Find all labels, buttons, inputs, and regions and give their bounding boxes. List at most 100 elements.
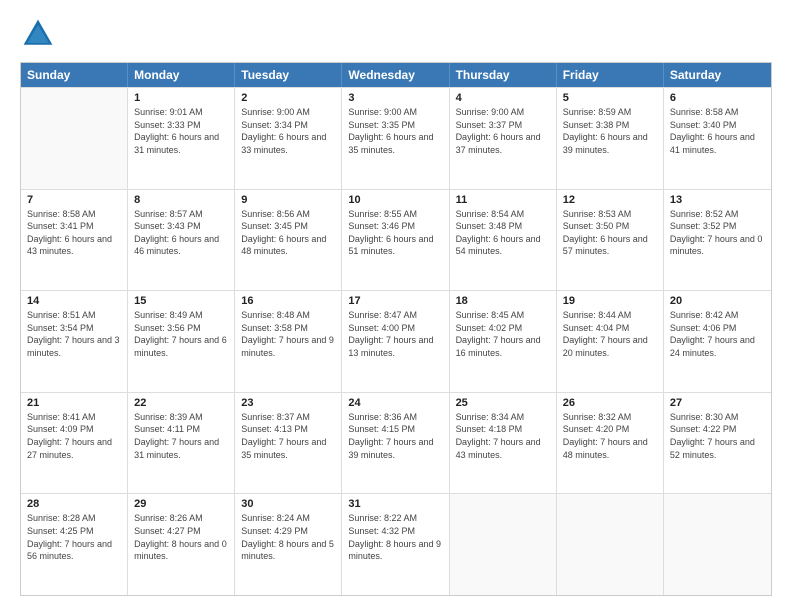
day-number: 23	[241, 397, 335, 409]
day-info: Sunrise: 8:56 AMSunset: 3:45 PMDaylight:…	[241, 208, 335, 258]
calendar-header: SundayMondayTuesdayWednesdayThursdayFrid…	[21, 63, 771, 87]
calendar-cell-3-5: 26Sunrise: 8:32 AMSunset: 4:20 PMDayligh…	[557, 393, 664, 494]
day-info: Sunrise: 8:59 AMSunset: 3:38 PMDaylight:…	[563, 106, 657, 156]
day-number: 19	[563, 295, 657, 307]
day-number: 13	[670, 194, 765, 206]
day-number: 1	[134, 92, 228, 104]
day-info: Sunrise: 9:00 AMSunset: 3:34 PMDaylight:…	[241, 106, 335, 156]
calendar-cell-1-1: 8 Sunrise: 8:57 AMSunset: 3:43 PMDaylight…	[128, 190, 235, 291]
day-number: 16	[241, 295, 335, 307]
weekday-header-friday: Friday	[557, 63, 664, 87]
weekday-header-tuesday: Tuesday	[235, 63, 342, 87]
day-info: Sunrise: 8:34 AMSunset: 4:18 PMDaylight:…	[456, 411, 550, 461]
calendar-cell-1-3: 10Sunrise: 8:55 AMSunset: 3:46 PMDayligh…	[342, 190, 449, 291]
weekday-header-thursday: Thursday	[450, 63, 557, 87]
day-info: Sunrise: 8:58 AMSunset: 3:41 PMDaylight:…	[27, 208, 121, 258]
calendar-row-2: 14 Sunrise: 8:51 AMSunset: 3:54 PMDayligh…	[21, 290, 771, 392]
calendar-cell-1-6: 13 Sunrise: 8:52 AMSunset: 3:52 PMDayligh…	[664, 190, 771, 291]
day-info: Sunrise: 8:47 AMSunset: 4:00 PMDaylight:…	[348, 309, 442, 359]
calendar-cell-4-4	[450, 494, 557, 595]
day-number: 24	[348, 397, 442, 409]
day-info: Sunrise: 8:28 AMSunset: 4:25 PMDaylight:…	[27, 512, 121, 562]
calendar-cell-4-6	[664, 494, 771, 595]
calendar-row-4: 28 Sunrise: 8:28 AMSunset: 4:25 PMDayligh…	[21, 493, 771, 595]
day-number: 18	[456, 295, 550, 307]
calendar-cell-3-2: 23 Sunrise: 8:37 AMSunset: 4:13 PMDayligh…	[235, 393, 342, 494]
calendar-row-1: 7 Sunrise: 8:58 AMSunset: 3:41 PMDaylight…	[21, 189, 771, 291]
calendar-cell-1-5: 12 Sunrise: 8:53 AMSunset: 3:50 PMDayligh…	[557, 190, 664, 291]
day-info: Sunrise: 8:42 AMSunset: 4:06 PMDaylight:…	[670, 309, 765, 359]
day-number: 8	[134, 194, 228, 206]
day-number: 5	[563, 92, 657, 104]
calendar-cell-4-5	[557, 494, 664, 595]
day-number: 22	[134, 397, 228, 409]
calendar-body: 1 Sunrise: 9:01 AMSunset: 3:33 PMDaylight…	[21, 87, 771, 595]
day-number: 2	[241, 92, 335, 104]
calendar-cell-2-2: 16 Sunrise: 8:48 AMSunset: 3:58 PMDayligh…	[235, 291, 342, 392]
day-number: 7	[27, 194, 121, 206]
calendar-cell-1-4: 11 Sunrise: 8:54 AMSunset: 3:48 PMDayligh…	[450, 190, 557, 291]
day-info: Sunrise: 8:37 AMSunset: 4:13 PMDaylight:…	[241, 411, 335, 461]
calendar-cell-0-0	[21, 88, 128, 189]
day-number: 12	[563, 194, 657, 206]
day-number: 14	[27, 295, 121, 307]
day-number: 21	[27, 397, 121, 409]
day-info: Sunrise: 8:39 AMSunset: 4:11 PMDaylight:…	[134, 411, 228, 461]
calendar-cell-2-0: 14 Sunrise: 8:51 AMSunset: 3:54 PMDayligh…	[21, 291, 128, 392]
day-info: Sunrise: 8:32 AMSunset: 4:20 PMDaylight:…	[563, 411, 657, 461]
calendar-row-3: 21 Sunrise: 8:41 AMSunset: 4:09 PMDayligh…	[21, 392, 771, 494]
header	[20, 16, 772, 52]
day-info: Sunrise: 8:52 AMSunset: 3:52 PMDaylight:…	[670, 208, 765, 258]
day-number: 4	[456, 92, 550, 104]
day-info: Sunrise: 9:00 AMSunset: 3:37 PMDaylight:…	[456, 106, 550, 156]
day-info: Sunrise: 8:54 AMSunset: 3:48 PMDaylight:…	[456, 208, 550, 258]
day-number: 29	[134, 498, 228, 510]
calendar-cell-2-1: 15 Sunrise: 8:49 AMSunset: 3:56 PMDayligh…	[128, 291, 235, 392]
calendar-cell-0-4: 4 Sunrise: 9:00 AMSunset: 3:37 PMDaylight…	[450, 88, 557, 189]
calendar-cell-4-0: 28 Sunrise: 8:28 AMSunset: 4:25 PMDayligh…	[21, 494, 128, 595]
calendar-cell-4-3: 31 Sunrise: 8:22 AMSunset: 4:32 PMDayligh…	[342, 494, 449, 595]
calendar-cell-1-0: 7 Sunrise: 8:58 AMSunset: 3:41 PMDaylight…	[21, 190, 128, 291]
calendar-cell-4-1: 29 Sunrise: 8:26 AMSunset: 4:27 PMDayligh…	[128, 494, 235, 595]
day-info: Sunrise: 8:51 AMSunset: 3:54 PMDaylight:…	[27, 309, 121, 359]
calendar-cell-2-5: 19 Sunrise: 8:44 AMSunset: 4:04 PMDayligh…	[557, 291, 664, 392]
day-number: 11	[456, 194, 550, 206]
calendar-cell-0-1: 1 Sunrise: 9:01 AMSunset: 3:33 PMDaylight…	[128, 88, 235, 189]
calendar-cell-3-3: 24Sunrise: 8:36 AMSunset: 4:15 PMDayligh…	[342, 393, 449, 494]
weekday-header-sunday: Sunday	[21, 63, 128, 87]
day-info: Sunrise: 8:45 AMSunset: 4:02 PMDaylight:…	[456, 309, 550, 359]
day-info: Sunrise: 8:57 AMSunset: 3:43 PMDaylight:…	[134, 208, 228, 258]
calendar-cell-4-2: 30Sunrise: 8:24 AMSunset: 4:29 PMDayligh…	[235, 494, 342, 595]
day-info: Sunrise: 9:01 AMSunset: 3:33 PMDaylight:…	[134, 106, 228, 156]
day-info: Sunrise: 8:58 AMSunset: 3:40 PMDaylight:…	[670, 106, 765, 156]
day-info: Sunrise: 8:55 AMSunset: 3:46 PMDaylight:…	[348, 208, 442, 258]
page: SundayMondayTuesdayWednesdayThursdayFrid…	[0, 0, 792, 612]
calendar-cell-0-6: 6 Sunrise: 8:58 AMSunset: 3:40 PMDaylight…	[664, 88, 771, 189]
weekday-header-monday: Monday	[128, 63, 235, 87]
day-number: 6	[670, 92, 765, 104]
day-number: 28	[27, 498, 121, 510]
day-info: Sunrise: 8:48 AMSunset: 3:58 PMDaylight:…	[241, 309, 335, 359]
day-number: 31	[348, 498, 442, 510]
calendar-cell-3-6: 27Sunrise: 8:30 AMSunset: 4:22 PMDayligh…	[664, 393, 771, 494]
weekday-header-saturday: Saturday	[664, 63, 771, 87]
day-info: Sunrise: 8:22 AMSunset: 4:32 PMDaylight:…	[348, 512, 442, 562]
day-number: 15	[134, 295, 228, 307]
logo-icon	[20, 16, 56, 52]
day-info: Sunrise: 8:26 AMSunset: 4:27 PMDaylight:…	[134, 512, 228, 562]
day-number: 9	[241, 194, 335, 206]
day-number: 30	[241, 498, 335, 510]
day-info: Sunrise: 8:44 AMSunset: 4:04 PMDaylight:…	[563, 309, 657, 359]
day-info: Sunrise: 8:53 AMSunset: 3:50 PMDaylight:…	[563, 208, 657, 258]
day-info: Sunrise: 8:41 AMSunset: 4:09 PMDaylight:…	[27, 411, 121, 461]
calendar-cell-1-2: 9 Sunrise: 8:56 AMSunset: 3:45 PMDaylight…	[235, 190, 342, 291]
day-info: Sunrise: 8:49 AMSunset: 3:56 PMDaylight:…	[134, 309, 228, 359]
day-number: 17	[348, 295, 442, 307]
day-info: Sunrise: 9:00 AMSunset: 3:35 PMDaylight:…	[348, 106, 442, 156]
weekday-header-wednesday: Wednesday	[342, 63, 449, 87]
calendar-cell-3-0: 21 Sunrise: 8:41 AMSunset: 4:09 PMDayligh…	[21, 393, 128, 494]
day-number: 27	[670, 397, 765, 409]
calendar: SundayMondayTuesdayWednesdayThursdayFrid…	[20, 62, 772, 596]
calendar-cell-3-1: 22 Sunrise: 8:39 AMSunset: 4:11 PMDayligh…	[128, 393, 235, 494]
day-number: 3	[348, 92, 442, 104]
